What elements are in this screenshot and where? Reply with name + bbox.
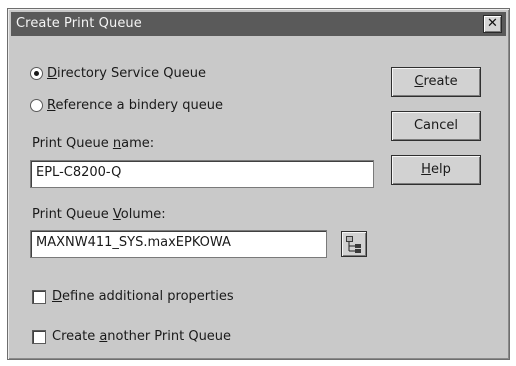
create-button[interactable]: Create — [391, 67, 481, 97]
directory-tree-icon — [346, 236, 361, 253]
queue-name-label: Print Queue name: — [32, 136, 155, 151]
browse-volume-button[interactable] — [341, 231, 367, 257]
queue-volume-label: Print Queue Volume: — [32, 207, 166, 222]
define-properties-checkbox[interactable] — [32, 289, 46, 304]
radio-bindery-label: Reference a bindery queue — [47, 98, 223, 113]
create-another-checkbox[interactable] — [32, 329, 46, 344]
create-print-queue-dialog: Create Print Queue ✕ Directory Service Q… — [7, 8, 510, 360]
radio-directory-service-label: Directory Service Queue — [47, 66, 206, 81]
cancel-button[interactable]: Cancel — [391, 111, 481, 141]
close-button[interactable]: ✕ — [483, 15, 502, 33]
queue-name-input[interactable]: EPL-C8200-Q — [30, 160, 374, 188]
create-another-option[interactable]: Create another Print Queue — [32, 329, 231, 344]
queue-volume-input[interactable]: MAXNW411_SYS.maxEPKOWA — [30, 230, 327, 258]
radio-button-selected[interactable] — [30, 67, 43, 80]
window-title: Create Print Queue — [16, 16, 142, 31]
define-properties-option[interactable]: Define additional properties — [32, 289, 234, 304]
define-properties-label: Define additional properties — [52, 289, 234, 304]
radio-reference-bindery-queue[interactable]: Reference a bindery queue — [30, 98, 223, 113]
radio-directory-service-queue[interactable]: Directory Service Queue — [30, 66, 206, 81]
help-button[interactable]: Help — [391, 155, 481, 185]
title-bar: Create Print Queue ✕ — [11, 12, 506, 36]
create-another-label: Create another Print Queue — [52, 329, 232, 344]
radio-button[interactable] — [30, 99, 43, 112]
